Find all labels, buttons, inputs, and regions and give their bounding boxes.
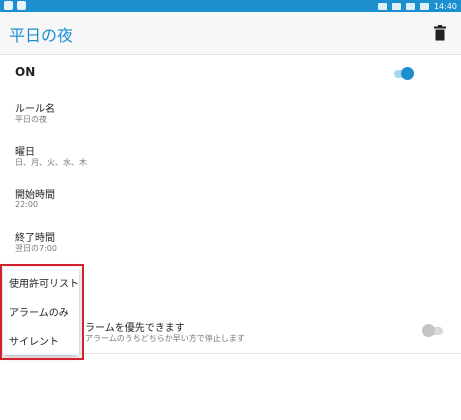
page-title: 平日の夜 (9, 26, 74, 45)
popup-menu: 使用許可リスト アラームのみ サイレント (3, 267, 79, 355)
start-time-label: 開始時間 (15, 190, 55, 201)
setting-row-end-time[interactable]: 終了時間 翌日の7:00 (0, 221, 461, 265)
end-time-value: 翌日の7:00 (15, 244, 57, 253)
setting-row-start-time[interactable]: 開始時間 22:00 (0, 178, 461, 222)
days-value: 日、月、火、水、木 (15, 158, 87, 167)
rule-name-label: ルール名 (15, 104, 55, 115)
status-time: 14:40 (433, 1, 457, 11)
rule-name-value: 平日の夜 (15, 115, 47, 124)
setting-row-rule-name[interactable]: ルール名 平日の夜 (0, 92, 461, 136)
alarm-toggle-knob (422, 324, 435, 337)
alarm-override-subtitle: アラームのうちどちらか早い方で停止します (85, 334, 245, 343)
alarm-override-title: ラームを優先できます (85, 323, 185, 334)
menu-item-alarms-only[interactable]: アラームのみ (9, 304, 69, 319)
on-toggle-knob (401, 67, 414, 80)
setting-row-days[interactable]: 曜日 日、月、火、水、木 (0, 135, 461, 179)
signal-icon (405, 2, 415, 10)
trash-icon[interactable] (434, 25, 446, 41)
notification-icon (17, 1, 26, 10)
battery-icon (419, 2, 429, 10)
gallery-notification-icon (4, 1, 13, 10)
mute-icon (391, 2, 401, 10)
app-bar: 平日の夜 (0, 12, 461, 55)
days-label: 曜日 (15, 147, 35, 158)
wifi-icon (377, 2, 387, 10)
menu-item-allowlist[interactable]: 使用許可リスト (9, 275, 79, 290)
on-label: ON (15, 65, 36, 79)
menu-item-silent[interactable]: サイレント (9, 333, 59, 348)
end-time-label: 終了時間 (15, 233, 55, 244)
start-time-value: 22:00 (15, 200, 39, 209)
on-row[interactable]: ON (0, 55, 461, 93)
status-bar: 14:40 (0, 0, 461, 12)
